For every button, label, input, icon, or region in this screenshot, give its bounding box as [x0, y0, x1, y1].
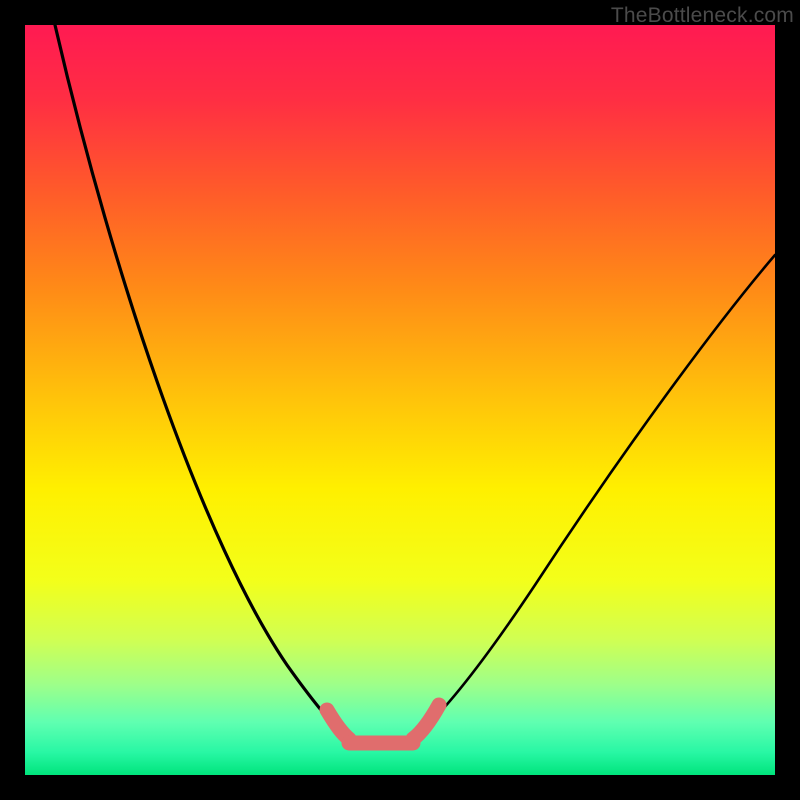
optimal-marker-left	[327, 710, 349, 739]
curve-layer	[25, 25, 775, 775]
optimal-marker-right	[413, 705, 439, 739]
bottleneck-curve-right	[418, 255, 775, 734]
bottleneck-curve-left	[55, 25, 343, 734]
attribution-text: TheBottleneck.com	[611, 4, 794, 28]
outer-frame: TheBottleneck.com	[0, 0, 800, 800]
plot-area	[25, 25, 775, 775]
